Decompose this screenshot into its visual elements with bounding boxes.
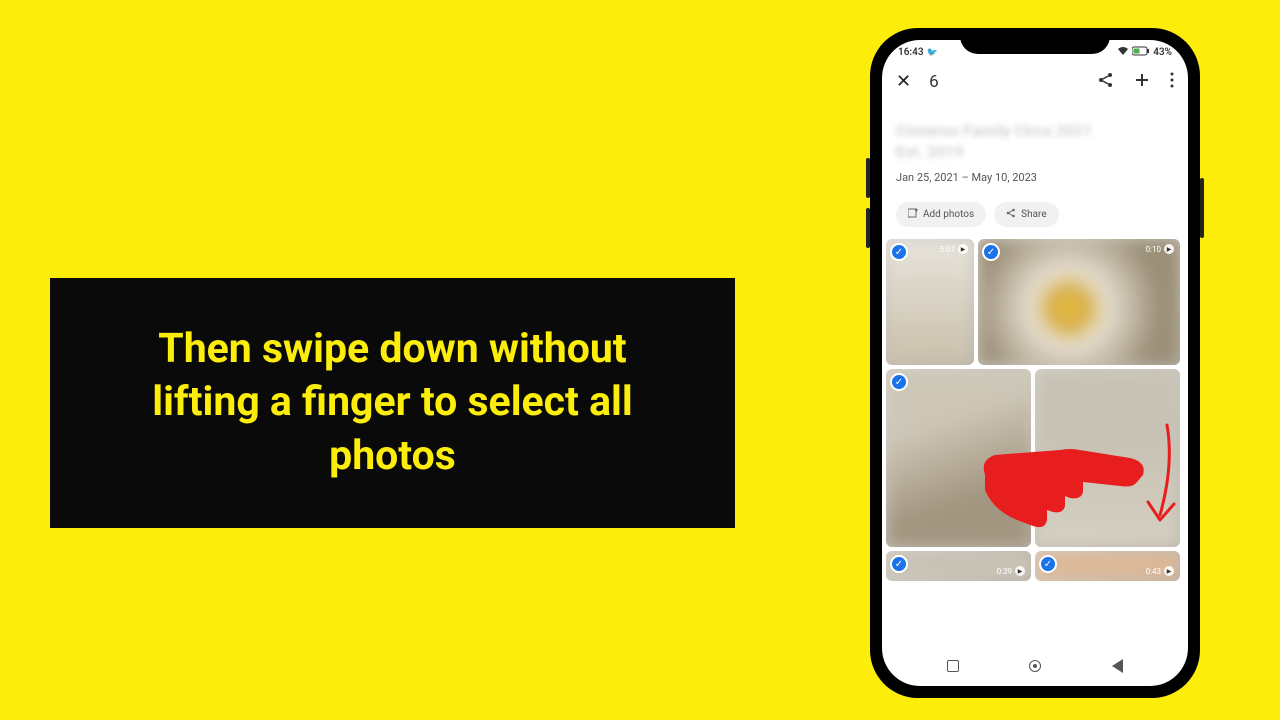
add-photos-chip[interactable]: Add photos — [896, 202, 986, 227]
phone-screen: 16:43 🐦 43% ✕ 6 — [882, 40, 1188, 686]
share-chip[interactable]: Share — [994, 202, 1058, 227]
album-info: Cisneros Family Circa 2021 Est. 2019 Jan… — [882, 102, 1188, 194]
photo-grid: ✓ 5:07▶ ✓ 0:10▶ ✓ ✓ — [882, 235, 1188, 585]
recents-button[interactable] — [945, 658, 961, 674]
status-time: 16:43 — [898, 47, 924, 58]
album-title-line2: Est. 2019 — [896, 142, 1174, 161]
video-duration-badge: 0:39▶ — [997, 566, 1025, 576]
more-icon[interactable] — [1170, 72, 1174, 92]
share-chip-icon — [1006, 208, 1016, 221]
back-button[interactable] — [1109, 658, 1125, 674]
photo-thumbnail[interactable] — [1035, 369, 1180, 547]
close-icon[interactable]: ✕ — [896, 71, 911, 92]
twitter-icon: 🐦 — [927, 48, 938, 58]
selection-count: 6 — [929, 72, 1080, 92]
app-header: ✕ 6 — [882, 61, 1188, 102]
play-icon: ▶ — [1015, 566, 1025, 576]
share-icon[interactable] — [1098, 72, 1114, 92]
play-icon: ▶ — [958, 244, 968, 254]
video-duration-badge: 0:10▶ — [1146, 244, 1174, 254]
action-chips: Add photos Share — [882, 194, 1188, 235]
power-button-icon — [1200, 178, 1204, 238]
add-icon[interactable] — [1134, 72, 1150, 92]
status-right: 43% — [1117, 46, 1172, 59]
video-duration-badge: 5:07▶ — [940, 244, 968, 254]
video-duration-badge: 0:43▶ — [1146, 566, 1174, 576]
photo-thumbnail[interactable]: ✓ 0:10▶ — [978, 239, 1180, 365]
volume-button-icon — [866, 208, 870, 248]
photo-thumbnail[interactable]: ✓ — [886, 369, 1031, 547]
header-actions — [1098, 72, 1174, 92]
instruction-panel: Then swipe down without lifting a finger… — [50, 278, 735, 528]
status-left: 16:43 🐦 — [898, 47, 938, 58]
play-icon: ▶ — [1164, 244, 1174, 254]
wifi-icon — [1117, 46, 1129, 59]
add-photo-icon — [908, 208, 918, 221]
volume-button-icon — [866, 158, 870, 198]
album-title-line1: Cisneros Family Circa 2021 — [896, 120, 1174, 142]
phone-notch — [960, 28, 1110, 54]
photo-thumbnail[interactable]: ✓ 5:07▶ — [886, 239, 974, 365]
instruction-text: Then swipe down without lifting a finger… — [100, 323, 685, 483]
photo-thumbnail[interactable]: ✓ 0:39▶ — [886, 551, 1031, 581]
album-date-range: Jan 25, 2021 – May 10, 2023 — [896, 171, 1174, 184]
home-button[interactable] — [1027, 658, 1043, 674]
battery-icon — [1132, 46, 1150, 59]
play-icon: ▶ — [1164, 566, 1174, 576]
add-photos-label: Add photos — [923, 209, 974, 220]
share-chip-label: Share — [1021, 209, 1046, 220]
photo-thumbnail[interactable]: ✓ 0:43▶ — [1035, 551, 1180, 581]
android-nav-bar — [882, 652, 1188, 680]
battery-percent: 43% — [1153, 47, 1172, 58]
phone-frame: 16:43 🐦 43% ✕ 6 — [870, 28, 1200, 698]
